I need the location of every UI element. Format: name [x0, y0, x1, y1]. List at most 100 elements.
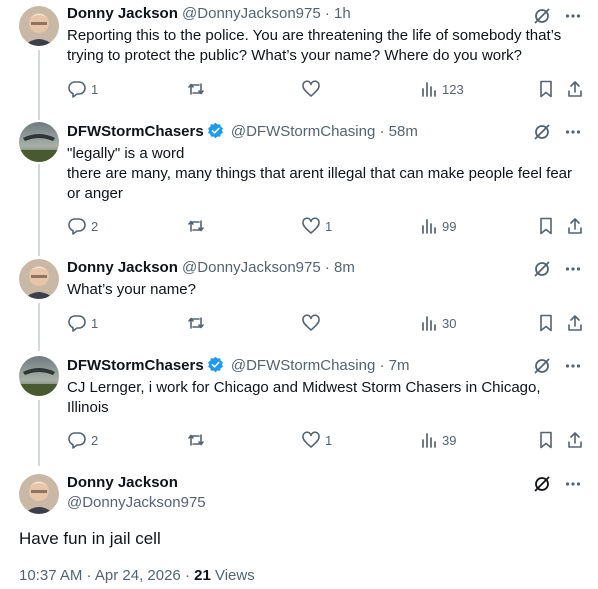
like-button[interactable]	[301, 78, 325, 100]
grok-icon[interactable]	[532, 356, 552, 376]
verified-badge-icon	[207, 356, 223, 373]
more-icon[interactable]	[564, 7, 582, 25]
repost-icon	[186, 430, 206, 450]
repost-button[interactable]	[186, 78, 210, 100]
avatar-donny[interactable]	[19, 6, 59, 46]
share-button[interactable]	[566, 215, 584, 237]
share-button[interactable]	[566, 78, 584, 100]
views-button[interactable]: 30	[420, 312, 456, 334]
share-button[interactable]	[566, 312, 584, 334]
author-handle[interactable]: @DonnyJackson975	[67, 493, 206, 513]
reply-icon	[67, 79, 87, 99]
share-icon	[566, 79, 584, 99]
tweet-actions: 2 1 39	[67, 429, 587, 451]
tweet-header: DFWStormChasers @DFWStormChasing · 7m	[67, 356, 409, 376]
timestamp[interactable]: 10:37 AM · Apr 24, 2026 ·	[19, 567, 190, 584]
reply-button[interactable]: 1	[67, 78, 98, 100]
repost-button[interactable]	[186, 312, 210, 334]
tweet-actions: 2 1 99	[67, 215, 587, 237]
avatar-donny[interactable]	[19, 259, 59, 299]
reply-icon	[67, 313, 87, 333]
bookmark-button[interactable]	[537, 429, 555, 451]
author-handle[interactable]: @DonnyJackson975	[182, 259, 321, 276]
views-button[interactable]: 123	[420, 78, 464, 100]
main-tweet-header: Donny Jackson @DonnyJackson975	[67, 473, 206, 513]
like-button[interactable]: 1	[301, 429, 332, 451]
repost-icon	[186, 313, 206, 333]
tweet-top-icons	[532, 6, 582, 26]
reply-button[interactable]: 1	[67, 312, 98, 334]
repost-button[interactable]	[186, 215, 210, 237]
author-name[interactable]: DFWStormChasers	[67, 357, 204, 374]
more-icon[interactable]	[564, 123, 582, 141]
reply-tweet-4[interactable]: DFWStormChasers @DFWStormChasing · 7m CJ…	[0, 350, 598, 466]
repost-button[interactable]	[186, 429, 210, 451]
like-icon	[301, 430, 321, 450]
author-name[interactable]: Donny Jackson	[67, 473, 206, 493]
thread-rail	[38, 50, 40, 120]
avatar-donny[interactable]	[19, 474, 59, 514]
author-handle[interactable]: @DonnyJackson975	[182, 5, 321, 22]
share-icon	[566, 216, 584, 236]
bookmark-icon	[537, 79, 555, 99]
grok-icon[interactable]	[532, 6, 552, 26]
tweet-text: Reporting this to the police. You are th…	[67, 27, 566, 64]
main-tweet-text: Have fun in jail cell	[19, 529, 161, 548]
like-button[interactable]	[301, 312, 325, 334]
views-count: 39	[442, 432, 457, 448]
avatar-dfw[interactable]	[19, 122, 59, 162]
timestamp[interactable]: · 7m	[379, 357, 409, 374]
views-count: 21	[194, 567, 211, 584]
avatar-dfw[interactable]	[19, 356, 59, 396]
like-icon	[301, 313, 321, 333]
reply-tweet-3[interactable]: Donny Jackson @DonnyJackson975 · 8m What…	[0, 254, 598, 351]
bookmark-button[interactable]	[537, 78, 555, 100]
grok-icon[interactable]	[532, 259, 552, 279]
reply-button[interactable]: 2	[67, 215, 98, 237]
reply-count: 2	[91, 218, 99, 234]
views-icon	[420, 79, 438, 99]
tweet-text: CJ Lernger, i work for Chicago and Midwe…	[67, 379, 545, 416]
timestamp[interactable]: · 1h	[325, 5, 351, 22]
author-name[interactable]: Donny Jackson	[67, 259, 178, 276]
reply-tweet-1[interactable]: Donny Jackson @DonnyJackson975 · 1h Repo…	[0, 0, 598, 120]
tweet-meta: 10:37 AM · Apr 24, 2026 · 21 Views	[19, 566, 255, 586]
more-icon[interactable]	[564, 357, 582, 375]
reply-count: 1	[91, 315, 99, 331]
views-button[interactable]: 99	[420, 215, 456, 237]
timestamp[interactable]: · 8m	[325, 259, 355, 276]
author-handle[interactable]: @DFWStormChasing	[231, 123, 375, 140]
timestamp[interactable]: · 58m	[379, 123, 417, 140]
author-handle[interactable]: @DFWStormChasing	[231, 357, 375, 374]
like-count: 1	[325, 432, 333, 448]
reply-count: 1	[91, 81, 99, 97]
more-icon[interactable]	[564, 260, 582, 278]
reply-icon	[67, 430, 87, 450]
bookmark-icon	[537, 216, 555, 236]
reply-tweet-2[interactable]: DFWStormChasers @DFWStormChasing · 58m "…	[0, 118, 598, 256]
tweet-actions: 1 30	[67, 312, 587, 334]
author-name[interactable]: Donny Jackson	[67, 5, 178, 22]
views-count: 30	[442, 315, 457, 331]
share-icon	[566, 313, 584, 333]
like-button[interactable]: 1	[301, 215, 332, 237]
views-button[interactable]: 39	[420, 429, 456, 451]
bookmark-icon	[537, 430, 555, 450]
more-icon[interactable]	[564, 475, 582, 493]
reply-button[interactable]: 2	[67, 429, 98, 451]
grok-icon[interactable]	[532, 474, 552, 494]
bookmark-button[interactable]	[537, 312, 555, 334]
views-count: 123	[442, 81, 464, 97]
share-button[interactable]	[566, 429, 584, 451]
tweet-header: DFWStormChasers @DFWStormChasing · 58m	[67, 122, 418, 142]
author-name[interactable]: DFWStormChasers	[67, 123, 204, 140]
grok-icon[interactable]	[532, 122, 552, 142]
thread-rail	[38, 400, 40, 466]
thread-rail	[38, 164, 40, 256]
tweet-actions: 1 123	[67, 78, 587, 100]
bookmark-icon	[537, 313, 555, 333]
share-icon	[566, 430, 584, 450]
bookmark-button[interactable]	[537, 215, 555, 237]
views-label: Views	[214, 567, 255, 584]
reply-count: 2	[91, 432, 99, 448]
